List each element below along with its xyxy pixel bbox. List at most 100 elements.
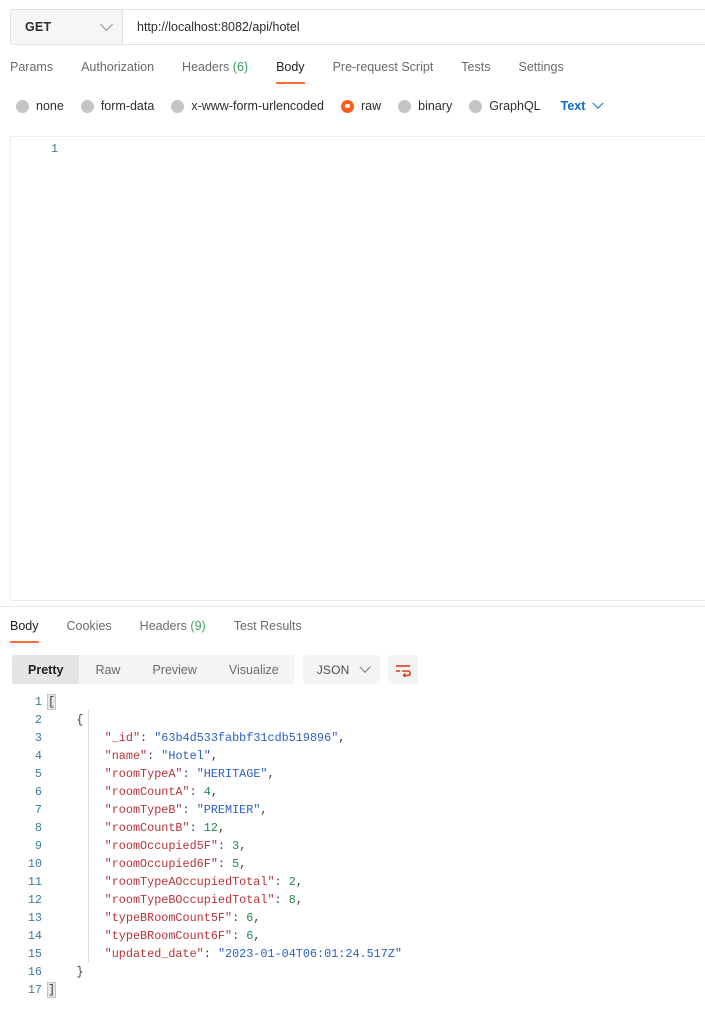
code-token: :	[232, 911, 247, 925]
response-tab-test-results[interactable]: Test Results	[220, 618, 316, 643]
body-type-graphql[interactable]: GraphQL	[469, 99, 541, 113]
view-mode-label: Raw	[95, 662, 121, 677]
code-line-text: "typeBRoomCount6F": 6,	[48, 927, 261, 945]
view-mode-visualize[interactable]: Visualize	[213, 655, 295, 684]
code-token: :	[140, 731, 155, 745]
code-line-text: "roomOccupied6F": 5,	[48, 855, 247, 873]
radio-icon-selected	[341, 99, 354, 113]
url-input[interactable]	[123, 10, 705, 44]
code-token: ,	[338, 731, 346, 745]
tab-label: Authorization	[81, 60, 155, 74]
code-line-number: 16	[27, 965, 42, 979]
raw-format-select[interactable]: Text	[560, 97, 605, 113]
tab-label: Headers	[182, 60, 230, 74]
code-token: "roomTypeB"	[104, 803, 183, 817]
tab-label: Body	[10, 619, 39, 633]
tab-label: Cookies	[66, 619, 112, 633]
code-token: :	[232, 929, 247, 943]
code-line-number: 2	[34, 713, 42, 727]
radio-icon	[80, 99, 94, 113]
code-line-text: "roomCountA": 4,	[48, 783, 218, 801]
code-line: 3 "_id": "63b4d533fabbf31cdb519896",	[0, 729, 705, 747]
code-line-number: 1	[34, 695, 42, 709]
code-line: 6 "roomCountA": 4,	[0, 783, 705, 801]
code-token: ,	[210, 785, 218, 799]
code-line: 11 "roomTypeAOccupiedTotal": 2,	[0, 873, 705, 891]
code-token: "roomOccupied5F"	[104, 839, 218, 853]
code-token: "roomTypeA"	[104, 767, 183, 781]
tab-settings[interactable]: Settings	[504, 59, 577, 84]
tab-count-badge: (9)	[190, 619, 206, 633]
code-line: 16 }	[0, 963, 705, 981]
tab-label: Tests	[461, 60, 491, 74]
code-line-text: "roomTypeBOccupiedTotal": 8,	[48, 891, 303, 909]
code-line-text: ]	[46, 981, 57, 999]
code-token: ,	[217, 821, 226, 835]
request-body-editor[interactable]: 1	[10, 136, 705, 601]
code-token: ,	[295, 893, 303, 907]
tab-params[interactable]: Params	[10, 59, 67, 84]
raw-format-label: Text	[560, 99, 586, 113]
code-line-number: 17	[27, 983, 42, 997]
code-line-text: }	[48, 963, 83, 981]
radio-label: raw	[361, 99, 382, 113]
tab-label: Test Results	[233, 619, 302, 633]
wrap-lines-button[interactable]	[387, 655, 418, 684]
tab-tests[interactable]: Tests	[447, 59, 504, 84]
body-type-form-data[interactable]: form-data	[80, 99, 155, 113]
code-line-number: 6	[34, 785, 42, 799]
body-type-x-www-form-urlencoded[interactable]: x-www-form-urlencoded	[171, 99, 324, 113]
code-line: 14 "typeBRoomCount6F": 6,	[0, 927, 705, 945]
code-line-number: 4	[34, 749, 42, 763]
code-line-text: "name": "Hotel",	[48, 747, 218, 765]
body-type-raw[interactable]: raw	[341, 99, 381, 113]
body-type-none[interactable]: none	[16, 99, 64, 113]
tab-pre-request-script[interactable]: Pre-request Script	[319, 59, 448, 84]
tab-body[interactable]: Body	[262, 59, 319, 84]
code-token: "PREMIER"	[196, 803, 261, 817]
view-mode-raw[interactable]: Raw	[79, 655, 136, 684]
response-format-select[interactable]: JSON	[302, 655, 380, 684]
indent-guide	[88, 710, 89, 962]
response-body-code[interactable]: 1[2 {3 "_id": "63b4d533fabbf31cdb519896"…	[0, 693, 705, 1011]
radio-icon	[469, 99, 483, 113]
wrap-lines-icon	[395, 664, 411, 677]
view-mode-preview[interactable]: Preview	[136, 655, 212, 684]
response-tab-cookies[interactable]: Cookies	[53, 618, 126, 643]
code-token: :	[182, 803, 197, 817]
code-token: ,	[253, 911, 261, 925]
radio-label: form-data	[100, 99, 155, 113]
chevron-down-icon	[100, 17, 113, 31]
http-method-select[interactable]: GET	[11, 10, 123, 44]
code-line-text: "roomTypeA": "HERITAGE",	[48, 765, 275, 783]
response-panel: Body Cookies Headers (9) Test Results Pr…	[0, 607, 705, 1011]
tab-headers[interactable]: Headers (6)	[168, 59, 262, 84]
url-bar: GET	[10, 9, 705, 45]
code-token: :	[182, 767, 197, 781]
code-token: :	[203, 947, 218, 961]
tab-label: Headers	[139, 619, 187, 633]
code-token: 8	[288, 893, 296, 907]
code-token: ,	[210, 749, 218, 763]
view-mode-pretty[interactable]: Pretty	[12, 655, 80, 684]
code-line-number: 8	[34, 821, 42, 835]
code-line-text: "_id": "63b4d533fabbf31cdb519896",	[48, 729, 346, 747]
code-line-text: "roomCountB": 12,	[48, 819, 225, 837]
code-token: 12	[203, 821, 218, 835]
code-line: 15 "updated_date": "2023-01-04T06:01:24.…	[0, 945, 705, 963]
response-tab-headers[interactable]: Headers (9)	[126, 618, 220, 643]
code-token: "name"	[104, 749, 148, 763]
tab-authorization[interactable]: Authorization	[67, 59, 168, 84]
code-token: :	[217, 839, 233, 853]
code-line-text: "roomOccupied5F": 3,	[48, 837, 247, 855]
code-token: "roomTypeAOccupiedTotal"	[104, 875, 275, 889]
code-token: 2	[288, 875, 296, 889]
code-line-text: "roomTypeB": "PREMIER",	[48, 801, 268, 819]
tab-label: Pre-request Script	[332, 60, 434, 74]
tab-label: Params	[10, 60, 54, 74]
code-token: "typeBRoomCount6F"	[104, 929, 233, 943]
response-tab-body[interactable]: Body	[10, 618, 53, 643]
code-token: :	[147, 749, 162, 763]
code-token: [	[46, 694, 57, 710]
body-type-binary[interactable]: binary	[398, 99, 452, 113]
